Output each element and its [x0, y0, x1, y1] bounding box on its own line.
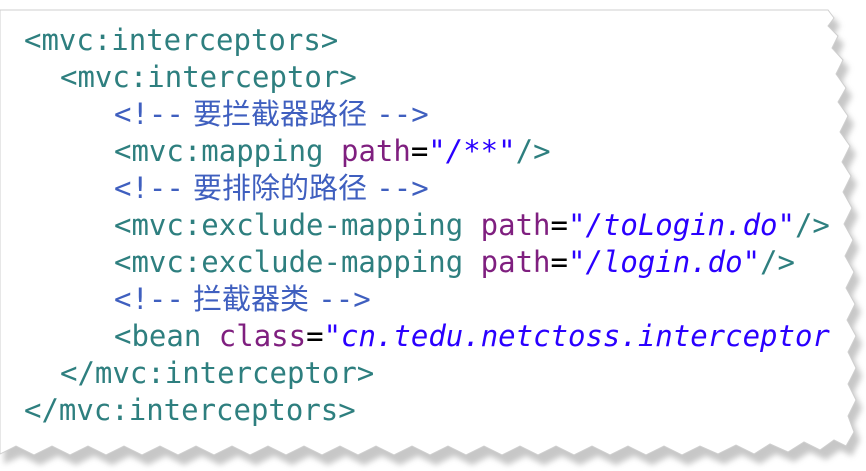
xml-attribute: path — [480, 245, 551, 279]
equals-sign: = — [550, 208, 568, 242]
code-line-9: <bean class="cn.tedu.netctoss.intercepto… — [114, 318, 830, 355]
code-line-6: <mvc:exclude-mapping path="/toLogin.do"/… — [114, 207, 830, 244]
xml-tag: <mvc:interceptor> — [60, 60, 357, 94]
code-line-4: <mvc:mapping path="/**"/> — [114, 133, 551, 170]
comment-open: <!-- — [114, 97, 184, 131]
comment-close: --> — [318, 282, 371, 316]
xml-code-editor: <mvc:interceptors> <mvc:interceptor> <!-… — [0, 10, 846, 440]
comment-open: <!-- — [114, 171, 184, 205]
xml-tag-close: /> — [515, 134, 551, 168]
comment-open: <!-- — [114, 282, 184, 316]
attribute-value: "/**" — [428, 134, 516, 168]
screenshot-canvas: <mvc:interceptors> <mvc:interceptor> <!-… — [0, 0, 866, 471]
xml-tag: </mvc:interceptor> — [60, 356, 375, 390]
code-line-1: <mvc:interceptors> — [24, 22, 338, 59]
xml-attribute: class — [218, 319, 307, 353]
attribute-value: "/toLogin.do" — [567, 208, 795, 242]
xml-attribute: path — [480, 208, 551, 242]
code-line-10: </mvc:interceptor> — [60, 355, 374, 392]
code-line-7: <mvc:exclude-mapping path="/login.do"/> — [114, 244, 795, 281]
comment-close: --> — [376, 97, 429, 131]
attribute-value: "/login.do" — [567, 245, 761, 279]
xml-tag-close: /> — [760, 245, 795, 279]
code-line-8: <!-- 拦截器类 --> — [114, 281, 371, 318]
xml-tag: </mvc:interceptors> — [24, 393, 356, 427]
xml-tag: <mvc:interceptors> — [24, 23, 339, 57]
xml-tag: <mvc:mapping — [114, 134, 324, 168]
equals-sign: = — [550, 245, 568, 279]
comment-text: 要拦截器路径 — [183, 97, 377, 131]
xml-attribute: path — [340, 134, 411, 168]
equals-sign: = — [306, 319, 324, 353]
xml-tag: <mvc:exclude-mapping — [114, 245, 464, 279]
code-line-5: <!-- 要排除的路径 --> — [114, 170, 429, 207]
code-line-2: <mvc:interceptor> — [60, 59, 357, 96]
comment-text: 要排除的路径 — [183, 171, 377, 205]
code-line-3: <!-- 要拦截器路径 --> — [114, 96, 429, 133]
comment-close: --> — [376, 171, 429, 205]
code-line-11: </mvc:interceptors> — [24, 392, 356, 429]
equals-sign: = — [410, 134, 429, 168]
attribute-value: "cn.tedu.netctoss.interceptor — [323, 319, 830, 353]
xml-tag: <bean — [114, 319, 202, 353]
xml-tag: <mvc:exclude-mapping — [114, 208, 464, 242]
comment-text: 拦截器类 — [183, 282, 319, 316]
xml-tag-close: /> — [794, 208, 830, 242]
